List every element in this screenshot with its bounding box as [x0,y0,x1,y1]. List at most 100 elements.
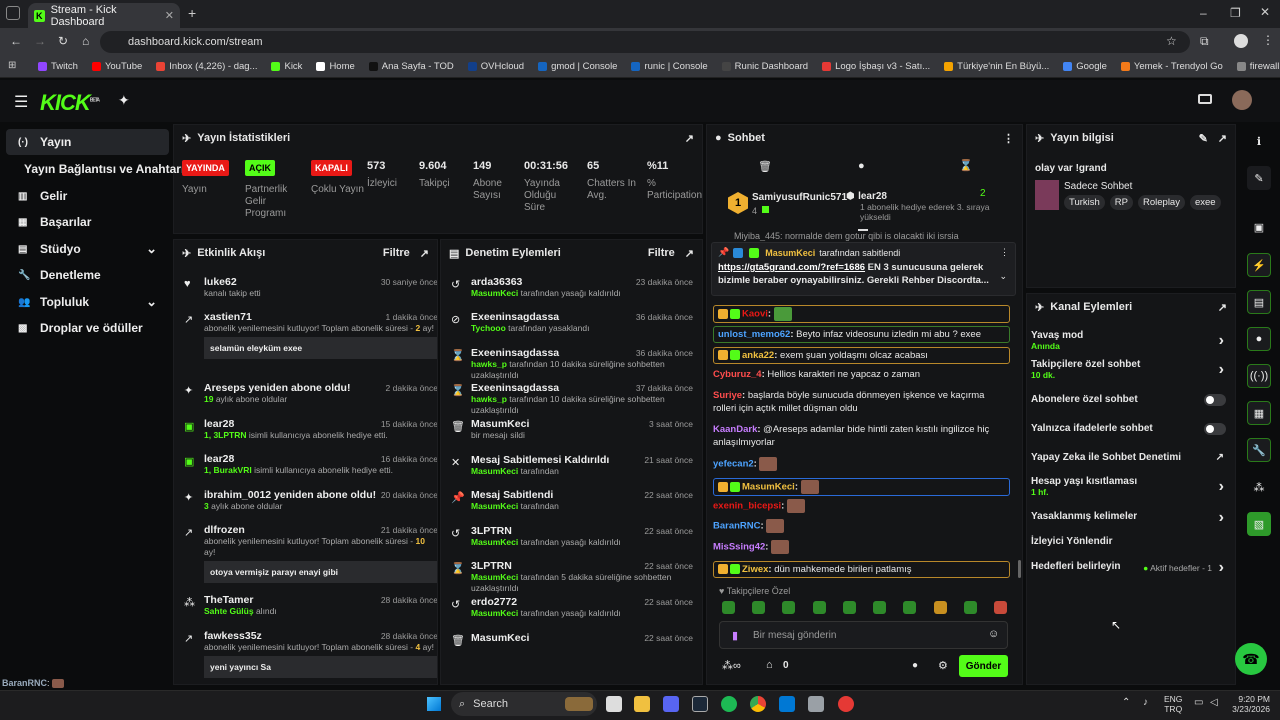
list-item[interactable]: ↗ fawkess35z abonelik yenilemesini kutluyo… [184,630,437,678]
table-row[interactable]: ⊘ Exeeninsagdassa Tychooo tarafından yasak… [451,311,693,334]
kick-logo[interactable]: KICKBETA [40,90,100,116]
channel-action-row[interactable]: Abonelere özel sohbet [1031,394,1226,406]
chat-message[interactable]: BaranRNC: [713,519,1010,533]
channel-action-row[interactable]: Hesap yaşı kısıtlaması 1 hf. › [1031,476,1226,497]
chat-message[interactable]: MasumKeci: [713,478,1010,496]
popout-icon[interactable]: ↗ [420,247,429,260]
bookmark-item[interactable]: Google [1063,61,1107,72]
chevron-right-icon[interactable]: › [1219,509,1224,527]
chat-input[interactable]: ▮ Bir mesaj gönderin ☺ [719,621,1008,649]
table-row[interactable]: 🗑 MasumKeci 22 saat önce [451,632,693,647]
vscode-icon[interactable] [779,696,795,712]
mic-tray-icon[interactable]: ♪ [1143,697,1148,708]
spotify-icon[interactable] [721,696,737,712]
table-row[interactable]: 🗑 MasumKeci bir mesajı sildi 3 saat önce [451,418,693,441]
activity-filter-button[interactable]: Filtre [383,247,410,259]
emote-icon[interactable] [722,601,735,614]
chat-message[interactable]: Ziwex: dün mahkemede birileri patlamış [713,561,1010,578]
chat-username[interactable]: MisSsing42 [713,542,765,553]
list-item[interactable]: ♥ luke62 kanalı takip etti 30 saniye önce [184,276,437,299]
chevron-right-icon[interactable]: › [1219,361,1224,379]
profile-icon[interactable] [1234,34,1248,48]
back-icon[interactable]: ← [10,34,22,48]
sidebar-item[interactable]: Yayın Bağlantısı ve Anahtarı [6,156,184,182]
restore-icon[interactable]: ❐ [1230,6,1241,20]
chat-message[interactable]: MisSsing42: [713,540,1010,554]
bookmark-item[interactable]: Ana Sayfa - TOD [368,61,454,72]
chevron-right-icon[interactable]: › [1219,559,1224,577]
chat-username[interactable]: Cyburuz_4 [713,369,762,380]
home-icon[interactable]: ⌂ [82,34,89,48]
channel-action-row[interactable]: Yapay Zeka ile Sohbet Denetimi ↗ [1031,452,1226,463]
app-icon[interactable]: ▧ [1247,512,1271,536]
sidebar-item[interactable]: ▩ Droplar ve ödüller [6,315,169,341]
emote-icon[interactable] [782,601,796,614]
channel-action-row[interactable]: Yasaklanmış kelimeler › [1031,509,1226,526]
emote-icon[interactable] [903,601,917,614]
chat-username[interactable]: BaranRNC [713,521,761,532]
bookmark-item[interactable]: Logo İşbaşı v3 - Satı... [822,61,930,72]
chat-message[interactable]: unlost_memo62: Beyto infaz videosunu izl… [713,326,1010,343]
apps-grid-icon[interactable]: ⊞ [8,60,16,71]
tag-chip[interactable]: Turkish [1064,195,1105,210]
chat-bubble-icon[interactable]: ● [912,660,918,671]
chat-username[interactable]: MasumKeci [742,482,795,493]
wallet-icon[interactable] [1198,94,1212,104]
chrome-icon[interactable] [750,696,766,712]
chevron-down-icon[interactable]: ⌄ [146,241,157,257]
app-g-icon[interactable] [808,696,824,712]
more-icon[interactable]: ⋮ [1003,132,1014,145]
table-row[interactable]: 📌 Mesaj Sabitlendi MasumKeci tarafından 22 … [451,489,693,512]
chat-message[interactable]: exenin_bicepsi: [713,499,1010,513]
chat-username[interactable]: Kaovi [742,309,768,320]
pin-icon[interactable]: ✈ [182,247,191,260]
tab-search-icon[interactable] [6,6,20,20]
emote-icon[interactable] [933,601,947,614]
bookmark-item[interactable]: runic | Console [631,61,708,72]
toggle-switch[interactable] [1204,423,1226,435]
steam-icon[interactable] [692,696,708,712]
mic-icon[interactable]: ▮ [732,629,738,642]
table-row[interactable]: ⌛ Exeeninsagdassa hawks_p tarafından 10 da… [451,382,693,416]
chevron-right-icon[interactable]: › [1219,332,1224,350]
edit-icon[interactable]: ✎ [1247,166,1271,190]
list-item[interactable]: ▣ lear28 1, BurakVRI isimli kullanıcıya ab… [184,453,437,476]
popout-icon[interactable]: ↗ [685,132,694,145]
chat-message[interactable]: KaanDark: @Areseps adamlar bide hintli z… [713,423,1010,449]
chat-message[interactable]: anka22: exem şuan yoldaşmı olcaz acabası [713,347,1010,364]
app-red-icon[interactable] [838,696,854,712]
send-button[interactable]: Gönder [959,655,1008,677]
chevron-down-icon[interactable]: ⌄ [999,271,1007,282]
broadcast-icon[interactable]: ((·)) [1247,364,1271,388]
sidebar-item[interactable]: ▤ Stüdyo ⌄ [6,236,169,262]
gift-event-name[interactable]: lear28 [858,191,887,202]
more-icon[interactable]: ⋮ [1000,247,1009,258]
taskbar-search[interactable]: ⌕ Search [451,692,597,716]
emote-icon[interactable] [842,601,856,614]
category-name[interactable]: Sadece Sohbet [1064,181,1132,192]
edit-icon[interactable]: ✎ [1199,132,1208,145]
emote-icon[interactable] [963,601,977,614]
scrollbar[interactable] [1018,560,1021,578]
chat-username[interactable]: Ziwex [742,564,768,575]
pinned-link[interactable]: https://gta5grand.com/?ref=1686 [718,262,865,273]
bookmark-item[interactable]: Inbox (4,226) - dag... [156,61,257,72]
storage-icon[interactable]: ▦ [1247,401,1271,425]
wrench-icon[interactable]: 🔧 [1247,438,1271,462]
sidebar-item[interactable]: 👥 Topluluk ⌄ [6,289,169,315]
list-item[interactable]: ↗ dlfrozen abonelik yenilemesini kutluyor!… [184,524,437,583]
pinned-by[interactable]: MasumKeci [765,248,815,258]
emote-icon[interactable] [873,601,887,614]
chat-username[interactable]: unlost_memo62 [718,329,790,340]
forward-icon[interactable]: → [34,34,46,48]
file-explorer-icon[interactable] [634,696,650,712]
channel-action-row[interactable]: Yavaş mod Anında › [1031,330,1226,351]
channel-action-row[interactable]: İzleyici Yönlendir [1031,536,1226,547]
popout-icon[interactable]: ↗ [1218,132,1227,145]
chat-username[interactable]: exenin_bicepsi [713,501,781,512]
language-indicator[interactable]: ENG TRQ [1164,694,1182,714]
kicks-icon[interactable]: ⁂ [1247,475,1271,499]
list-item[interactable]: ✦ ibrahim_0012 yeniden abone oldu! 3 aylık… [184,489,437,512]
pin-tool-icon[interactable]: ✦ [118,92,130,109]
sidebar-item[interactable]: (·) Yayın [6,129,169,155]
